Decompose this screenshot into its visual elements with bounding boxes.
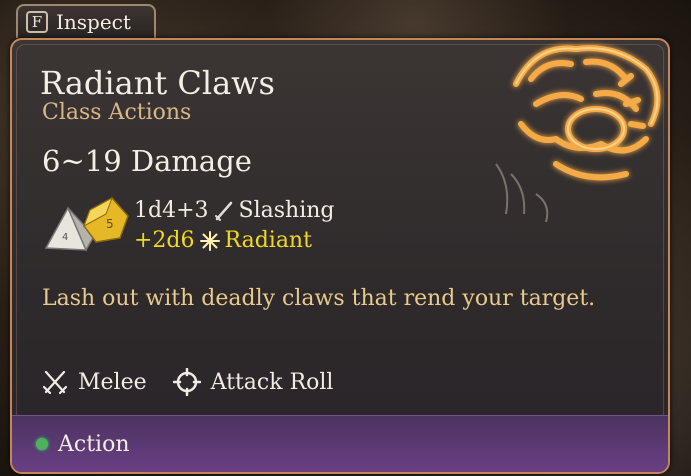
- melee-crossed-swords-icon: [42, 370, 68, 395]
- base-dice: 1d4+3: [134, 198, 209, 223]
- damage-range: 6~19 Damage: [42, 144, 252, 178]
- spell-category: Class Actions: [42, 100, 192, 125]
- spell-description: Lash out with deadly claws that rend you…: [42, 286, 596, 311]
- tag-melee: Melee: [42, 369, 147, 395]
- base-damage-type: Slashing: [238, 198, 335, 223]
- spell-tags: Melee Attack Roll: [42, 368, 333, 396]
- keybind-badge: F: [26, 11, 48, 33]
- tag-melee-label: Melee: [78, 369, 147, 395]
- slashing-icon: [214, 201, 232, 221]
- dice-icon: 5 4: [44, 196, 129, 252]
- bonus-damage-type: Radiant: [224, 228, 312, 253]
- action-cost-label: Action: [58, 431, 130, 457]
- radiant-claws-icon: [495, 45, 661, 223]
- action-indicator-icon: [36, 438, 48, 450]
- radiant-icon: [199, 230, 220, 251]
- bonus-dice: +2d6: [134, 228, 195, 253]
- tag-attack-roll: Attack Roll: [172, 368, 334, 396]
- svg-text:4: 4: [62, 232, 68, 243]
- inspect-tab[interactable]: F Inspect: [16, 4, 156, 38]
- spell-title: Radiant Claws: [40, 64, 275, 102]
- damage-line-bonus: +2d6 Radiant: [134, 228, 312, 253]
- tooltip-panel: Radiant Claws Class Actions 6~19 Damage …: [10, 38, 670, 474]
- damage-line-base: 1d4+3 Slashing: [134, 198, 335, 223]
- action-cost-bar: Action: [12, 415, 668, 472]
- tag-attack-roll-label: Attack Roll: [210, 369, 334, 395]
- svg-text:5: 5: [106, 217, 114, 231]
- inspect-label: Inspect: [56, 10, 131, 34]
- crosshair-icon: [172, 368, 201, 396]
